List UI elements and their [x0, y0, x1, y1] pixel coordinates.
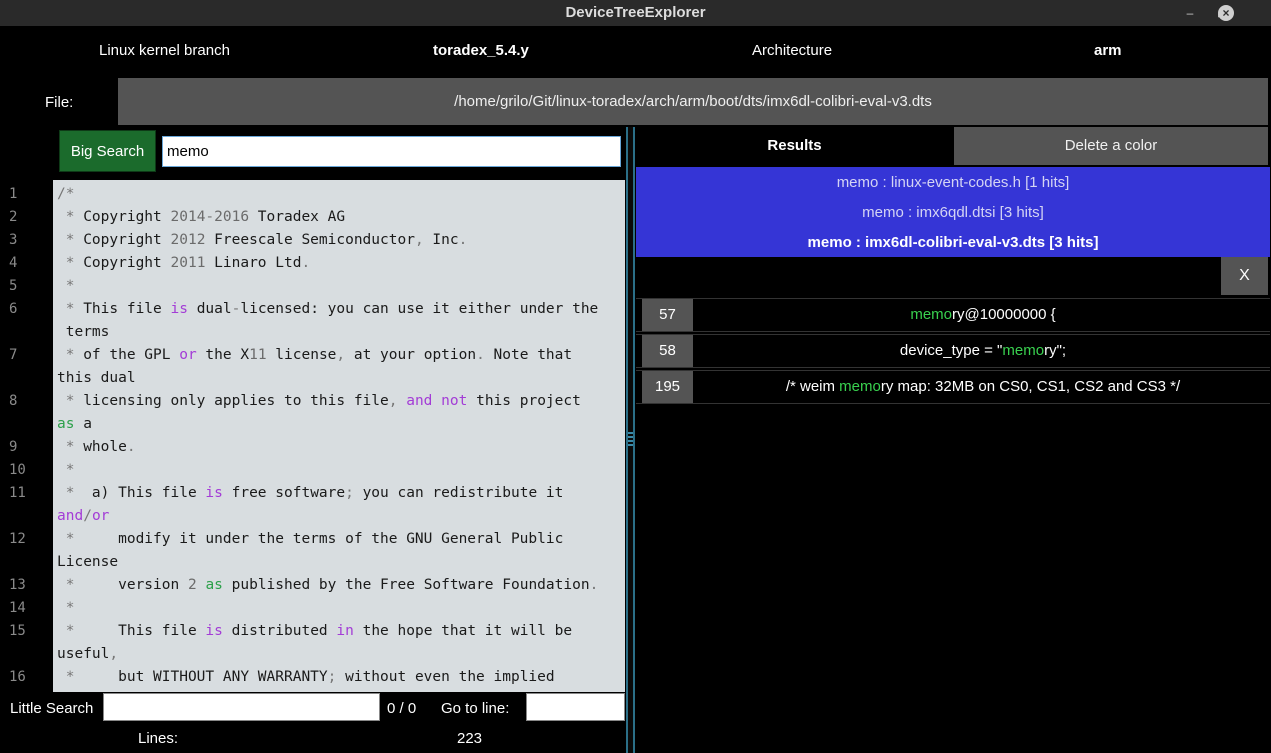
hit-text: memory@10000000 {: [910, 306, 1056, 323]
code-line: * a) This file is free software; you can…: [65, 485, 564, 501]
line-number: 9: [9, 439, 18, 455]
splitter-grip-icon[interactable]: [628, 432, 633, 448]
line-number: 14: [9, 600, 26, 616]
lines-count: 223: [457, 730, 483, 747]
match-count: 0 / 0: [387, 700, 417, 717]
tab-results[interactable]: Results: [636, 127, 953, 165]
line-number: 11: [9, 485, 26, 501]
code-line: * This file is distributed in the hope t…: [65, 623, 573, 639]
code-line: License: [57, 554, 119, 570]
file-label: File:: [45, 94, 74, 111]
hit-text: device_type = "memory";: [899, 342, 1067, 359]
code-line: * version 2 as published by the Free Sof…: [65, 577, 599, 593]
code-line: /*: [57, 186, 75, 202]
architecture-label: Architecture: [752, 42, 833, 59]
code-line: * Copyright 2011 Linaro Ltd.: [65, 255, 311, 271]
close-results-button[interactable]: X: [1221, 257, 1268, 295]
minimize-icon[interactable]: –: [1182, 5, 1198, 21]
window-title: DeviceTreeExplorer: [565, 4, 706, 21]
code-editor[interactable]: /* * Copyright 2014-2016 Toradex AG * Co…: [53, 180, 625, 692]
delete-color-button[interactable]: Delete a color: [954, 127, 1268, 165]
line-number: 13: [9, 577, 26, 593]
code-line: as a: [57, 416, 92, 432]
architecture-value: arm: [1094, 42, 1122, 59]
title-bar: DeviceTreeExplorer – ⤢ ×: [0, 0, 1271, 26]
code-line: and/or: [57, 508, 110, 524]
line-number: 16: [9, 669, 26, 685]
close-window-icon[interactable]: ×: [1218, 5, 1234, 21]
code-line: * of the GPL or the X11 license, at your…: [65, 347, 573, 363]
code-line: useful,: [57, 646, 119, 662]
line-number: 2: [9, 209, 18, 225]
line-number: 7: [9, 347, 18, 363]
result-file-list[interactable]: memo : linux-event-codes.h [1 hits] memo…: [636, 167, 1270, 257]
code-line: * Copyright 2014-2016 Toradex AG: [65, 209, 346, 225]
line-number: 4: [9, 255, 18, 271]
line-number: 3: [9, 232, 18, 248]
hit-line-number[interactable]: 57: [642, 299, 693, 331]
code-line: terms: [57, 324, 110, 340]
go-to-line-label: Go to line:: [441, 700, 510, 717]
line-number: 15: [9, 623, 26, 639]
lines-label: Lines:: [138, 730, 179, 747]
little-search-input[interactable]: [103, 693, 380, 721]
hit-row[interactable]: 57 memory@10000000 {: [636, 298, 1270, 332]
line-number: 6: [9, 301, 18, 317]
line-number: 12: [9, 531, 26, 547]
code-line: * but WITHOUT ANY WARRANTY; without even…: [65, 669, 555, 685]
branch-value: toradex_5.4.y: [433, 42, 529, 59]
search-input[interactable]: [162, 136, 621, 167]
code-line: * licensing only applies to this file, a…: [65, 393, 581, 409]
line-number: 1: [9, 186, 18, 202]
line-number: 8: [9, 393, 18, 409]
code-line: *: [65, 278, 75, 294]
hit-line-number[interactable]: 195: [642, 371, 693, 403]
file-path-button[interactable]: /home/grilo/Git/linux-toradex/arch/arm/b…: [118, 78, 1268, 125]
hit-line-number[interactable]: 58: [642, 335, 693, 367]
line-number: 5: [9, 278, 18, 294]
code-line: * whole.: [65, 439, 136, 455]
code-line: * modify it under the terms of the GNU G…: [65, 531, 564, 547]
big-search-button[interactable]: Big Search: [59, 130, 156, 172]
branch-label: Linux kernel branch: [99, 42, 230, 59]
code-line: *: [65, 600, 75, 616]
hit-row[interactable]: 195 /* weim memory map: 32MB on CS0, CS1…: [636, 370, 1270, 404]
hit-text: /* weim memory map: 32MB on CS0, CS1, CS…: [785, 378, 1181, 395]
hit-row[interactable]: 58 device_type = "memory";: [636, 334, 1270, 368]
little-search-label: Little Search: [10, 700, 94, 717]
result-file-item[interactable]: memo : imx6qdl.dtsi [3 hits]: [636, 204, 1270, 221]
code-line: *: [65, 462, 75, 478]
result-file-item-selected[interactable]: memo : imx6dl-colibri-eval-v3.dts [3 hit…: [636, 234, 1270, 251]
line-number: 10: [9, 462, 26, 478]
go-to-line-input[interactable]: [526, 693, 625, 721]
code-line: * This file is dual-licensed: you can us…: [65, 301, 599, 317]
code-line: * Copyright 2012 Freescale Semiconductor…: [65, 232, 468, 248]
code-line: this dual: [57, 370, 136, 386]
line-number-gutter: 1 2 3 4 5 6 7 8 9 10 11 12 13 14 15 16: [0, 180, 53, 692]
result-file-item[interactable]: memo : linux-event-codes.h [1 hits]: [636, 174, 1270, 191]
